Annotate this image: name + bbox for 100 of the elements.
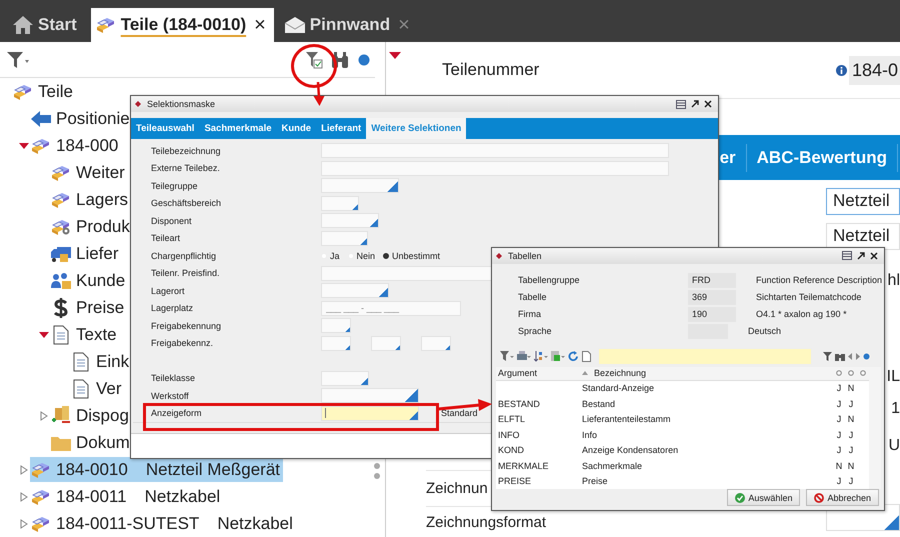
maximize-icon[interactable] (857, 252, 865, 260)
close-button[interactable]: × (254, 14, 266, 36)
expander-icon[interactable] (20, 518, 28, 528)
table-cell: MERKMALE (498, 460, 549, 471)
radio-option[interactable]: Unbestimmt (383, 250, 440, 261)
expander-icon[interactable] (20, 492, 28, 502)
combo-field[interactable] (321, 336, 351, 351)
tab[interactable]: Teileauswahl (131, 123, 200, 139)
table-cell: Lieferantenteilestamm (582, 414, 671, 424)
tree-item[interactable]: 184-0010 Netzteil Meßgerät (30, 457, 284, 482)
input-field[interactable]: Netzteil (826, 223, 900, 250)
field-label: Lagerplatz (151, 303, 194, 314)
arrows-icon[interactable] (848, 352, 860, 361)
close-icon[interactable] (870, 252, 878, 260)
field-description: Sichtarten Teilematchcode (756, 292, 862, 302)
maximize-icon[interactable] (691, 100, 699, 108)
input-field[interactable]: Netzteil (826, 188, 900, 215)
search-field[interactable] (598, 348, 812, 365)
combo-field[interactable] (321, 406, 419, 421)
filter-icon[interactable] (823, 352, 832, 361)
tree-item[interactable]: 184-000 (30, 133, 122, 158)
combo-field[interactable] (321, 178, 399, 194)
combo-field[interactable] (321, 283, 389, 298)
tab[interactable]: Lieferant (316, 123, 366, 139)
tree-item[interactable]: Texte (50, 322, 120, 347)
blocks-gear-icon (50, 218, 72, 236)
expander-icon[interactable] (39, 330, 49, 338)
tree-item[interactable]: Produk (50, 214, 133, 239)
circle-icon[interactable] (848, 370, 854, 376)
tree-item[interactable]: Dispog (50, 403, 132, 428)
combo-field[interactable] (321, 388, 419, 404)
arrow-left-icon (30, 110, 52, 128)
tree-item[interactable]: Liefer (50, 241, 122, 266)
radio-option[interactable]: Ja (321, 250, 340, 261)
field-label: Teilegruppe (151, 180, 198, 191)
filter-icon[interactable] (6, 50, 30, 68)
collapse-icon[interactable] (389, 52, 401, 60)
tree-item[interactable]: Eink (70, 349, 132, 374)
refresh-icon[interactable] (568, 351, 579, 362)
blocks-icon (50, 190, 72, 208)
circle-icon[interactable] (836, 370, 842, 376)
tree-item[interactable]: 184-0011 Netzkabel (30, 484, 224, 509)
expander-icon[interactable] (20, 464, 28, 474)
part-number-field[interactable]: 184-0 (848, 56, 900, 84)
select-button[interactable]: Auswählen (727, 489, 800, 506)
input-field[interactable]: ___ ___ - ___ ___ (321, 300, 461, 316)
tree-item[interactable]: Positionie (30, 106, 133, 131)
tab[interactable]: Sachmerkmale (199, 123, 277, 139)
layout-icon[interactable] (842, 251, 852, 260)
table-cell: N (848, 414, 854, 424)
tree-item[interactable]: Dokum (50, 430, 133, 455)
table-cell: J (836, 398, 842, 409)
tree-item[interactable]: Teile (12, 79, 76, 104)
cancel-button[interactable]: Abbrechen (806, 489, 879, 506)
scrollbar[interactable] (869, 366, 881, 489)
tab[interactable]: Start (8, 8, 85, 42)
circle-icon[interactable] (860, 370, 866, 376)
radio-icon[interactable] (383, 252, 390, 259)
combo-field[interactable] (321, 318, 351, 334)
tab[interactable]: Teile (184-0010) × (90, 8, 274, 42)
binoculars-icon[interactable] (835, 352, 845, 361)
scroll-grip-icon[interactable] (373, 462, 381, 482)
radio-option[interactable]: Nein (348, 250, 376, 261)
dot-icon[interactable] (863, 353, 870, 360)
combo-field[interactable] (321, 370, 369, 386)
combo-field[interactable] (371, 336, 401, 351)
combo-field[interactable] (421, 336, 451, 351)
layout-icon[interactable] (676, 100, 686, 108)
printer-icon[interactable] (517, 351, 531, 362)
tree-item[interactable]: Lagers (50, 187, 131, 212)
column-header[interactable]: Argument (496, 368, 582, 378)
sort-caret-icon[interactable] (582, 371, 588, 375)
filter-icon[interactable] (500, 351, 514, 362)
field-label: Anzeigeform (151, 408, 202, 418)
column-header[interactable]: Bezeichnung (594, 368, 833, 378)
tab[interactable]: Kunde (276, 123, 316, 139)
tree-item[interactable]: Kunde (50, 268, 128, 293)
export-icon[interactable] (551, 351, 565, 362)
sort-icon[interactable] (534, 351, 548, 362)
field-label: Teilenr. Preisfind. (151, 268, 220, 278)
expander-icon[interactable] (40, 410, 48, 420)
table-cell: Sachmerkmale (582, 460, 642, 471)
close-icon[interactable] (704, 100, 712, 108)
filter-check-icon[interactable] (305, 50, 323, 68)
field-label: Zeichnungsformat (426, 514, 546, 530)
combo-field[interactable] (321, 196, 359, 211)
dot-icon[interactable] (357, 52, 371, 66)
tab[interactable]: Pinnwand × (280, 8, 418, 42)
input-field[interactable] (321, 143, 669, 158)
binoculars-icon[interactable] (331, 50, 349, 68)
input-field[interactable] (321, 160, 669, 176)
expander-icon[interactable] (19, 142, 29, 150)
combo-field[interactable] (321, 230, 368, 246)
document-icon[interactable] (582, 351, 591, 362)
tree-item[interactable]: 184-0011-SUTEST Netzkabel (30, 511, 296, 536)
tree-item[interactable]: Preise (50, 295, 128, 320)
combo-field[interactable] (321, 213, 379, 228)
tree-item[interactable]: Weiter (50, 160, 128, 185)
tab[interactable]: ABC-Bewertung (746, 144, 898, 172)
tree-item[interactable]: Ver (70, 376, 125, 401)
